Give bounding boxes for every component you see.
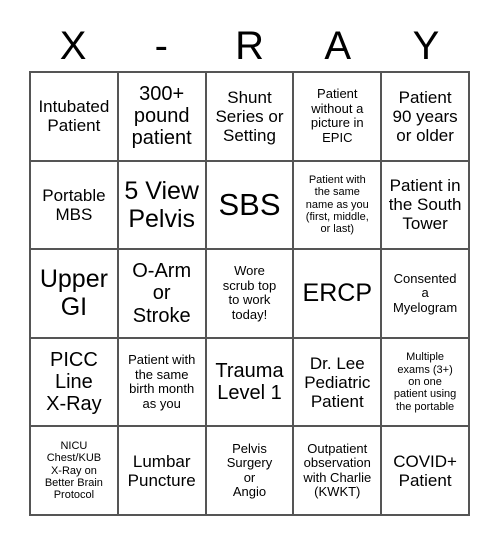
bingo-cell[interactable]: Pelvis Surgery or Angio xyxy=(206,427,295,516)
bingo-cell[interactable]: O-Arm or Stroke xyxy=(118,250,207,339)
bingo-grid: Intubated Patient 300+ pound patient Shu… xyxy=(29,71,470,516)
bingo-cell-label: O-Arm or Stroke xyxy=(132,259,192,327)
bingo-cell[interactable]: Intubated Patient xyxy=(31,73,119,162)
bingo-cell[interactable]: Wore scrub top to work today! xyxy=(206,250,295,339)
bingo-cell[interactable]: Patient with the same name as you (first… xyxy=(294,161,383,251)
bingo-cell-label: NICU Chest/KUB X-Ray on Better Brain Pro… xyxy=(44,439,103,502)
bingo-cell[interactable]: Outpatient observation with Charlie (KWK… xyxy=(294,427,383,516)
bingo-cell[interactable]: Consented a Myelogram xyxy=(382,250,470,339)
bingo-cell-label: Trauma Level 1 xyxy=(215,359,284,405)
bingo-cell-label: Upper GI xyxy=(39,265,108,322)
bingo-cell[interactable]: Patient with the same birth month as you xyxy=(118,338,207,428)
bingo-cell-label: 5 View Pelvis xyxy=(124,176,199,233)
header-letter-3: A xyxy=(324,23,352,68)
bingo-cell[interactable]: SBS xyxy=(206,161,295,251)
bingo-cell-label: Shunt Series or Setting xyxy=(215,87,284,145)
bingo-cell-label: 300+ pound patient xyxy=(131,82,192,150)
bingo-cell-label: Dr. Lee Pediatric Patient xyxy=(304,353,371,411)
bingo-cell-label: Patient with the same birth month as you xyxy=(128,352,196,411)
bingo-cell[interactable]: 300+ pound patient xyxy=(118,73,207,162)
bingo-cell-label: Portable MBS xyxy=(42,185,106,224)
bingo-cell-label: PICC Line X-Ray xyxy=(46,348,102,416)
bingo-cell[interactable]: ERCP xyxy=(294,250,383,339)
bingo-cell[interactable]: PICC Line X-Ray xyxy=(31,338,119,428)
bingo-cell[interactable]: COVID+ Patient xyxy=(382,427,470,516)
bingo-cell-label: Multiple exams (3+) on one patient using… xyxy=(393,351,457,413)
bingo-cell-label: Lumbar Puncture xyxy=(127,451,196,490)
bingo-cell[interactable]: Multiple exams (3+) on one patient using… xyxy=(382,338,470,428)
bingo-cell-label: Pelvis Surgery or Angio xyxy=(226,440,273,500)
bingo-cell[interactable]: Patient without a picture in EPIC xyxy=(294,73,383,162)
header-letter-1: - xyxy=(154,23,168,68)
bingo-cell-label: ERCP xyxy=(302,279,373,308)
bingo-cell-label: Outpatient observation with Charlie (KWK… xyxy=(303,440,372,500)
bingo-cell[interactable]: Upper GI xyxy=(31,250,119,339)
bingo-cell[interactable]: Trauma Level 1 xyxy=(206,338,295,428)
bingo-cell-label: Intubated Patient xyxy=(38,97,110,136)
bingo-cell[interactable]: Dr. Lee Pediatric Patient xyxy=(294,338,383,428)
bingo-cell-label: Patient 90 years or older xyxy=(392,87,458,145)
bingo-cell[interactable]: NICU Chest/KUB X-Ray on Better Brain Pro… xyxy=(31,427,119,516)
bingo-card: X - R A Y Intubated Patient 300+ pound p… xyxy=(0,0,500,544)
header-letter-4: Y xyxy=(412,23,440,68)
bingo-cell[interactable]: Patient 90 years or older xyxy=(382,73,470,162)
bingo-cell-label: Patient with the same name as you (first… xyxy=(305,174,369,236)
bingo-cell[interactable]: 5 View Pelvis xyxy=(118,161,207,251)
bingo-cell[interactable]: Patient in the South Tower xyxy=(382,161,470,251)
bingo-cell-label: Patient in the South Tower xyxy=(388,176,462,234)
bingo-cell-label: Consented a Myelogram xyxy=(392,270,458,315)
bingo-cell[interactable]: Shunt Series or Setting xyxy=(206,73,295,162)
bingo-cell-label: Wore scrub top to work today! xyxy=(222,263,277,323)
bingo-cell-label: SBS xyxy=(218,186,281,222)
header-letter-0: X xyxy=(59,23,87,68)
bingo-cell[interactable]: Lumbar Puncture xyxy=(118,427,207,516)
bingo-cell[interactable]: Portable MBS xyxy=(31,161,119,251)
header-letter-2: R xyxy=(235,23,264,68)
bingo-header: X - R A Y xyxy=(29,20,470,71)
bingo-cell-label: COVID+ Patient xyxy=(393,451,457,490)
bingo-cell-label: Patient without a picture in EPIC xyxy=(310,86,364,145)
